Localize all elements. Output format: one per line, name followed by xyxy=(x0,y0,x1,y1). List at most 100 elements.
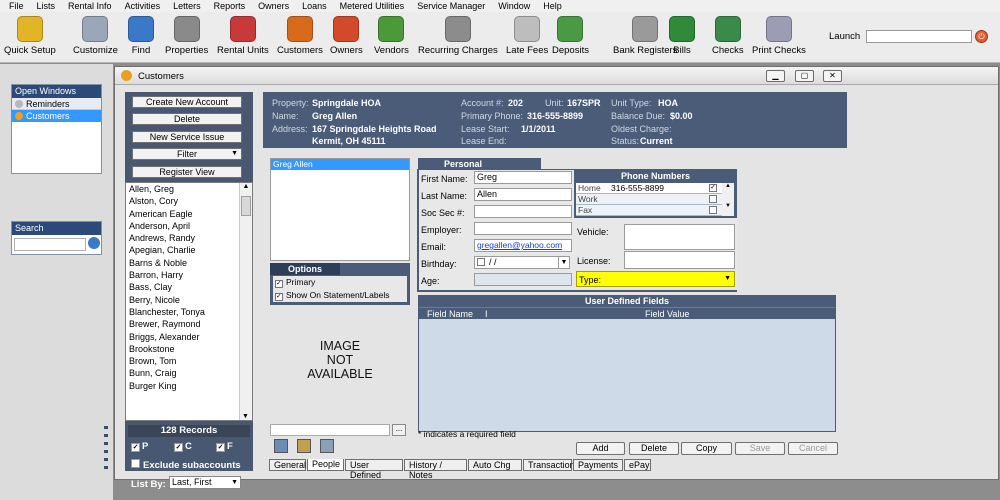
toolbar-late-fees-button[interactable]: Late Fees xyxy=(506,16,548,61)
checkbox-icon[interactable] xyxy=(709,206,717,214)
checkbox-icon[interactable]: ✓ xyxy=(131,443,140,452)
checkbox-icon[interactable]: ✓ xyxy=(275,293,283,301)
people-list-item[interactable]: Greg Allen xyxy=(271,159,409,170)
list-item[interactable]: American Eagle xyxy=(126,208,252,220)
menu-service-manager[interactable]: Service Manager xyxy=(417,0,485,12)
exclude-subaccounts[interactable]: Exclude subaccounts xyxy=(131,459,241,471)
checkbox-icon[interactable] xyxy=(709,195,717,203)
open-window-customers[interactable]: Customers xyxy=(12,110,101,122)
toolbar-deposits-button[interactable]: Deposits xyxy=(552,16,589,61)
toolbar-bills-button[interactable]: Bills xyxy=(669,16,695,61)
menu-rental-info[interactable]: Rental Info xyxy=(68,0,112,12)
chevron-down-icon[interactable]: ▼ xyxy=(558,257,569,268)
toolbar-vendors-button[interactable]: Vendors xyxy=(374,16,409,61)
customer-list[interactable]: Allen, Greg Alston, Cory American Eagle And… xyxy=(125,182,253,421)
list-item[interactable]: Brookstone xyxy=(126,343,252,355)
launch-input[interactable] xyxy=(866,30,972,43)
menu-reports[interactable]: Reports xyxy=(214,0,246,12)
search-icon[interactable] xyxy=(88,237,100,249)
list-item[interactable]: Blanchester, Tonya xyxy=(126,306,252,318)
open-window-reminders[interactable]: Reminders xyxy=(12,98,101,110)
photo-icon[interactable] xyxy=(274,439,288,453)
splitter-grip[interactable] xyxy=(104,426,108,470)
checkbox-icon[interactable] xyxy=(477,258,485,266)
vehicle-input[interactable] xyxy=(624,224,735,250)
scan-photo-icon[interactable] xyxy=(320,439,334,453)
tab-transaction[interactable]: Transaction xyxy=(523,459,575,471)
menu-window[interactable]: Window xyxy=(498,0,530,12)
first-name-input[interactable]: Greg xyxy=(474,171,572,184)
phone-number[interactable]: 316-555-8899 xyxy=(611,183,664,193)
tab-user-defined[interactable]: User Defined xyxy=(345,459,403,480)
list-item[interactable]: Briggs, Alexander xyxy=(126,331,252,343)
menu-help[interactable]: Help xyxy=(543,0,562,12)
menu-loans[interactable]: Loans xyxy=(302,0,327,12)
toolbar-customize-button[interactable]: Customize xyxy=(73,16,118,61)
checkbox-icon[interactable]: ✓ xyxy=(174,443,183,452)
employer-input[interactable] xyxy=(474,222,572,235)
copy-button[interactable]: Copy xyxy=(681,442,732,455)
toolbar-customers-button[interactable]: Customers xyxy=(277,16,323,61)
tab-auto-chg[interactable]: Auto Chg xyxy=(468,459,522,471)
checkbox-icon[interactable]: ✓ xyxy=(216,443,225,452)
scroll-up-icon[interactable]: ▲ xyxy=(722,183,734,189)
list-item[interactable]: Barron, Harry xyxy=(126,269,252,281)
toolbar-quick-setup-button[interactable]: Quick Setup xyxy=(4,16,56,61)
last-name-input[interactable]: Allen xyxy=(474,188,572,201)
filter-c[interactable]: ✓ C xyxy=(174,441,192,452)
register-view-button[interactable]: Register View xyxy=(132,166,242,178)
filter-button[interactable]: Filter ▼ xyxy=(132,148,242,160)
browse-button[interactable]: ... xyxy=(392,424,406,436)
toolbar-properties-button[interactable]: Properties xyxy=(165,16,208,61)
list-item[interactable]: Bass, Clay xyxy=(126,281,252,293)
scroll-down-icon[interactable]: ▼ xyxy=(240,413,251,420)
image-path-input[interactable] xyxy=(270,424,390,436)
save-button[interactable]: Save xyxy=(735,442,785,455)
toolbar-bank-registers-button[interactable]: Bank Registers xyxy=(613,16,677,61)
list-item[interactable]: Berry, Nicole xyxy=(126,294,252,306)
list-by-select[interactable]: Last, First ▼ xyxy=(169,476,241,489)
toolbar-owners-button[interactable]: Owners xyxy=(330,16,363,61)
minimize-button[interactable]: ▁ xyxy=(766,70,785,82)
toolbar-print-checks-button[interactable]: Print Checks xyxy=(752,16,806,61)
list-item[interactable]: Barns & Noble xyxy=(126,257,252,269)
toolbar-rental-units-button[interactable]: Rental Units xyxy=(217,16,269,61)
birthday-input[interactable]: / / ▼ xyxy=(474,256,570,269)
menu-metered-utilities[interactable]: Metered Utilities xyxy=(340,0,405,12)
list-item[interactable]: Anderson, April xyxy=(126,220,252,232)
maximize-button[interactable]: ▢ xyxy=(795,70,814,82)
add-button[interactable]: Add xyxy=(576,442,625,455)
list-item[interactable]: Burger King xyxy=(126,380,252,392)
scroll-down-icon[interactable]: ▼ xyxy=(722,203,734,209)
checkbox-icon[interactable]: ✓ xyxy=(709,184,717,192)
phone-row-work[interactable]: Work xyxy=(576,194,722,205)
checkbox-icon[interactable] xyxy=(131,459,140,468)
customer-list-scrollbar[interactable]: ▲ ▼ xyxy=(239,183,252,420)
launch-go-icon[interactable]: ⏻ xyxy=(975,30,988,43)
email-input[interactable]: gregallen@yahoo.com xyxy=(474,239,572,252)
search-input[interactable] xyxy=(14,238,86,251)
list-item[interactable]: Andrews, Randy xyxy=(126,232,252,244)
toolbar-recurring-charges-button[interactable]: Recurring Charges xyxy=(418,16,498,61)
license-input[interactable] xyxy=(624,251,735,269)
menu-activities[interactable]: Activities xyxy=(125,0,161,12)
primary-option[interactable]: ✓ Primary xyxy=(273,276,407,289)
show-on-statement-option[interactable]: ✓ Show On Statement/Labels xyxy=(273,289,407,302)
toolbar-find-button[interactable]: Find xyxy=(128,16,154,61)
close-button[interactable]: ✕ xyxy=(823,70,842,82)
edit-photo-icon[interactable] xyxy=(297,439,311,453)
list-item[interactable]: Apegian, Charlie xyxy=(126,244,252,256)
tab-people[interactable]: People xyxy=(307,459,344,471)
tab-epay[interactable]: ePay xyxy=(624,459,651,471)
new-service-issue-button[interactable]: New Service Issue xyxy=(132,131,242,143)
list-item[interactable]: Brewer, Raymond xyxy=(126,318,252,330)
menu-owners[interactable]: Owners xyxy=(258,0,289,12)
ssn-input[interactable] xyxy=(474,205,572,218)
menu-lists[interactable]: Lists xyxy=(37,0,56,12)
create-new-account-button[interactable]: Create New Account xyxy=(132,96,242,108)
scroll-up-icon[interactable]: ▲ xyxy=(240,183,252,194)
filter-f[interactable]: ✓ F xyxy=(216,441,233,452)
tab-payments[interactable]: Payments xyxy=(573,459,623,471)
phone-row-fax[interactable]: Fax xyxy=(576,205,722,216)
list-item[interactable]: Allen, Greg xyxy=(126,183,252,196)
